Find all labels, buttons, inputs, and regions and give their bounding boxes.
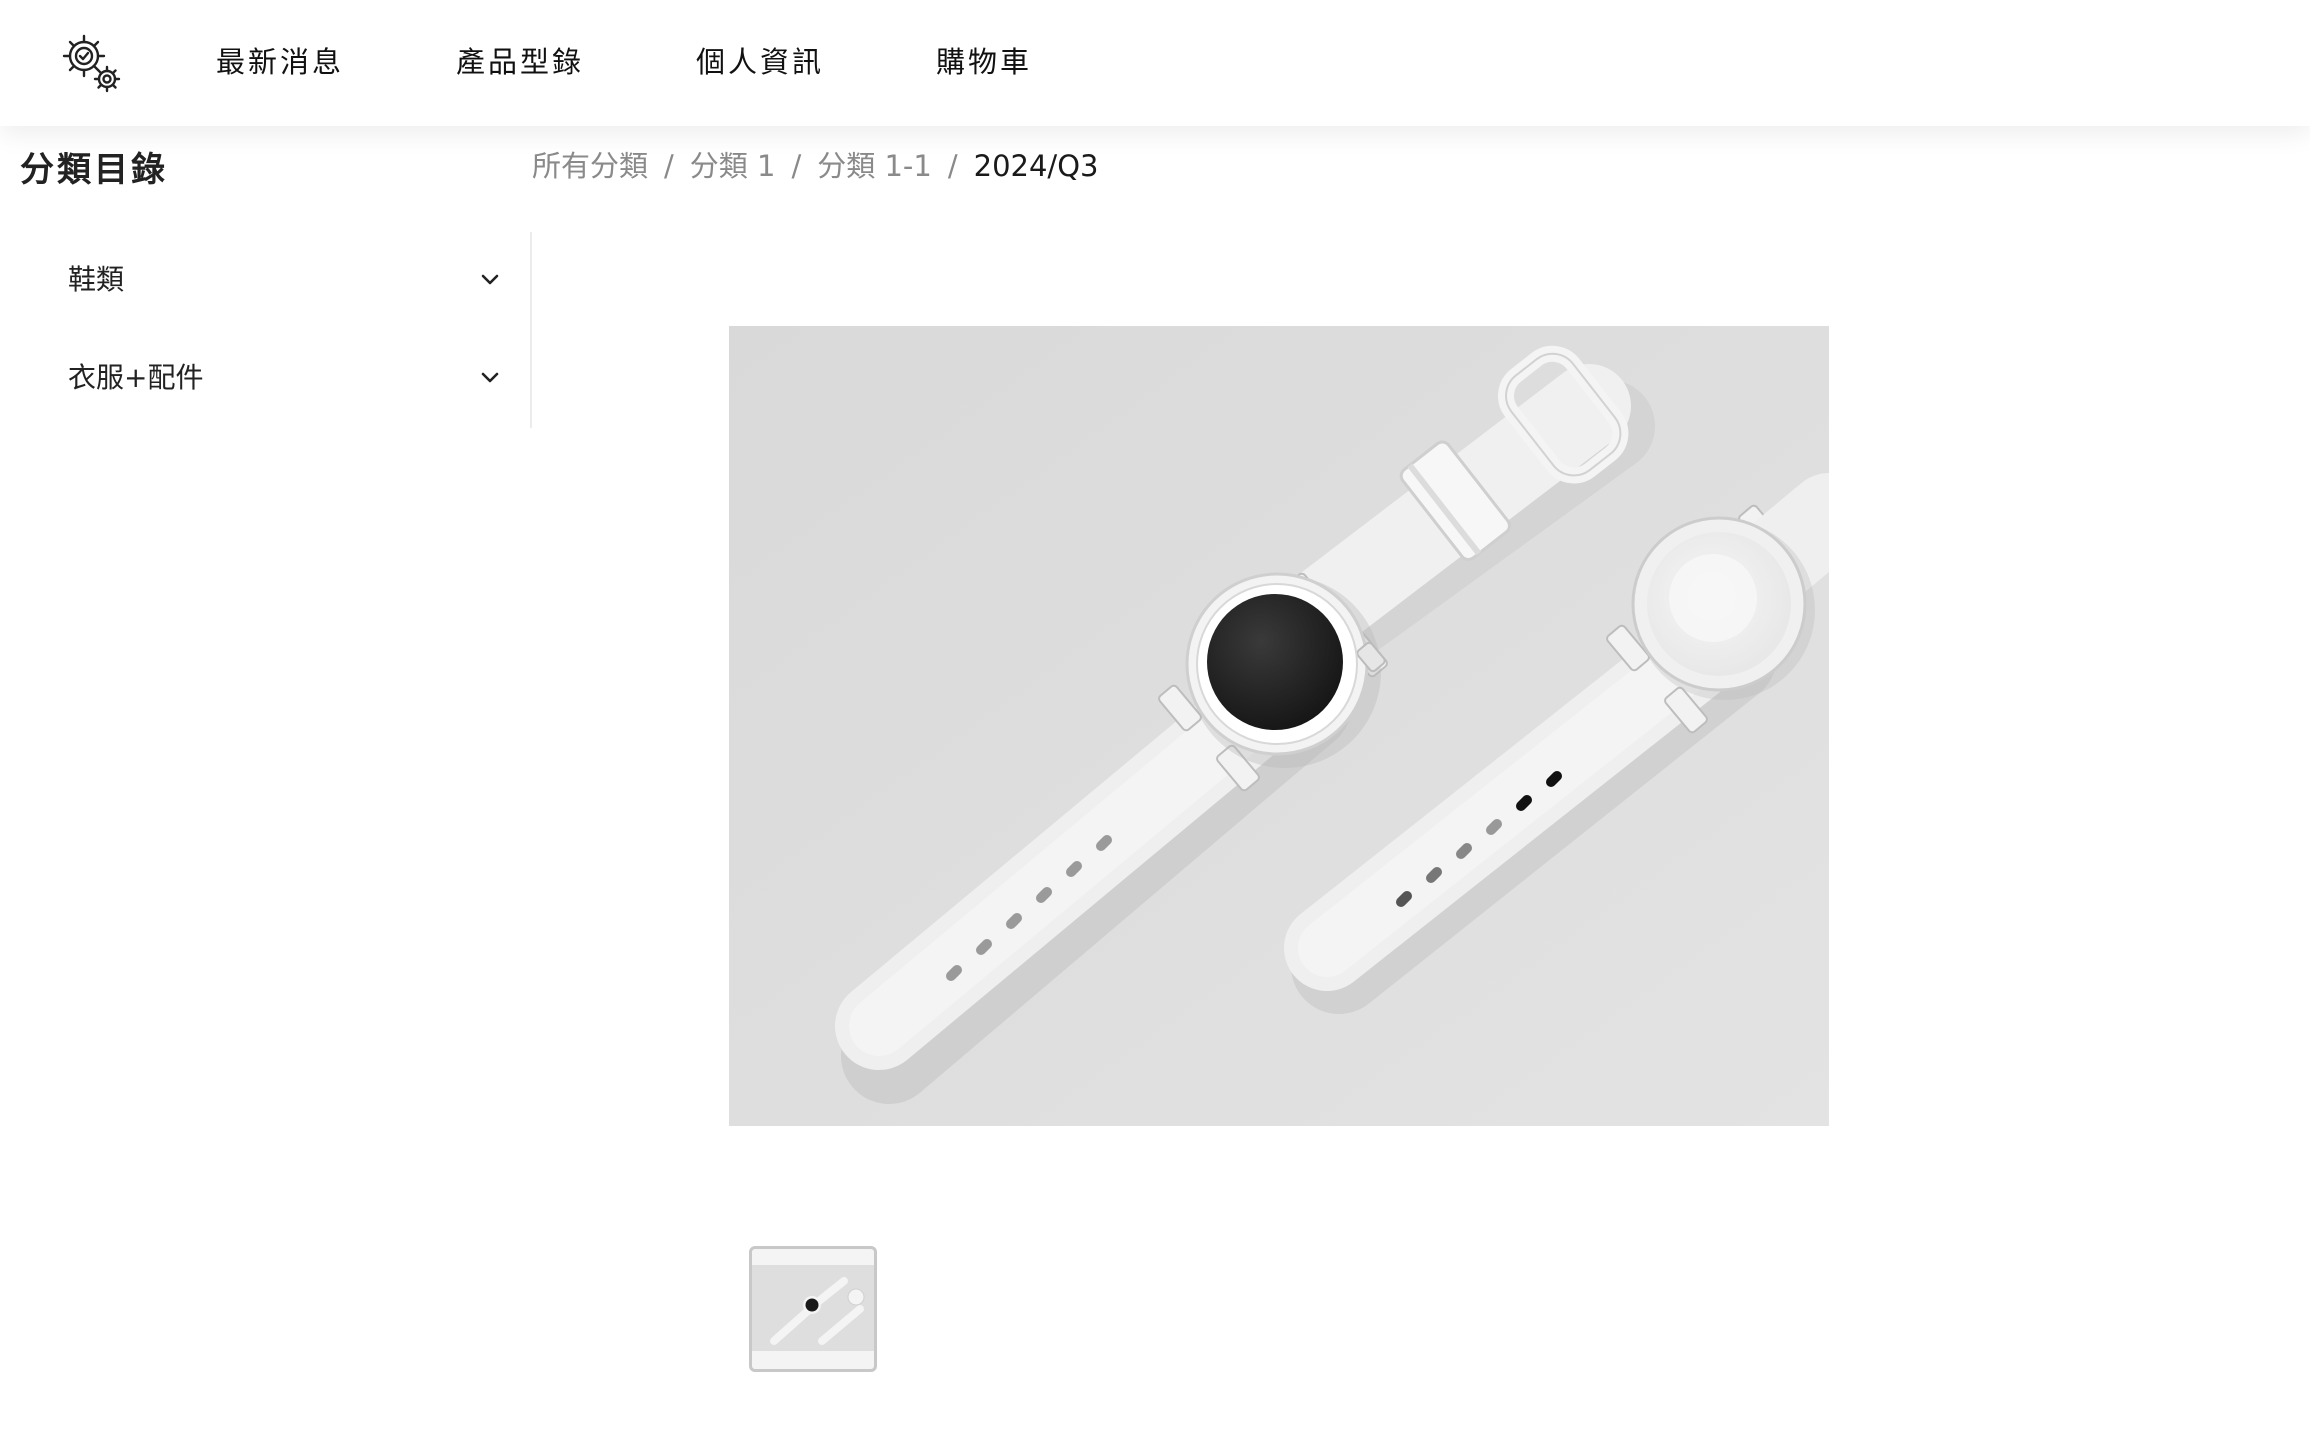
logo-gear-check-icon[interactable] <box>58 30 124 96</box>
thumbnail-image <box>752 1265 874 1351</box>
category-label: 衣服+配件 <box>68 361 204 394</box>
sidebar-title: 分類目錄 <box>20 150 168 190</box>
chevron-down-icon[interactable] <box>476 364 504 392</box>
nav-latest-news[interactable]: 最新消息 <box>216 42 344 82</box>
sidebar-category-clothing-accessories[interactable]: 衣服+配件 <box>52 348 504 408</box>
chevron-down-icon[interactable] <box>476 266 504 294</box>
breadcrumb-all-categories[interactable]: 所有分類 <box>532 146 648 186</box>
breadcrumb-category-1[interactable]: 分類 1 <box>690 146 776 186</box>
category-label: 鞋類 <box>68 263 125 296</box>
product-thumbnail[interactable] <box>749 1246 877 1372</box>
nav-product-catalog[interactable]: 產品型錄 <box>456 42 584 82</box>
top-navigation-bar: 最新消息 產品型錄 個人資訊 購物車 <box>0 0 2310 126</box>
breadcrumb: 所有分類 / 分類 1 / 分類 1-1 / 2024/Q3 <box>532 146 1098 186</box>
breadcrumb-separator: / <box>664 149 674 183</box>
product-main-image[interactable] <box>729 326 1829 1126</box>
nav-shopping-cart[interactable]: 購物車 <box>936 42 1032 82</box>
breadcrumb-current-page: 2024/Q3 <box>973 149 1099 183</box>
breadcrumb-separator: / <box>947 149 958 183</box>
breadcrumb-category-1-1[interactable]: 分類 1-1 <box>817 146 932 186</box>
breadcrumb-separator: / <box>791 149 802 183</box>
nav-personal-info[interactable]: 個人資訊 <box>696 42 824 82</box>
sidebar-category-shoes[interactable]: 鞋類 <box>52 250 504 310</box>
sidebar-divider <box>530 232 532 428</box>
